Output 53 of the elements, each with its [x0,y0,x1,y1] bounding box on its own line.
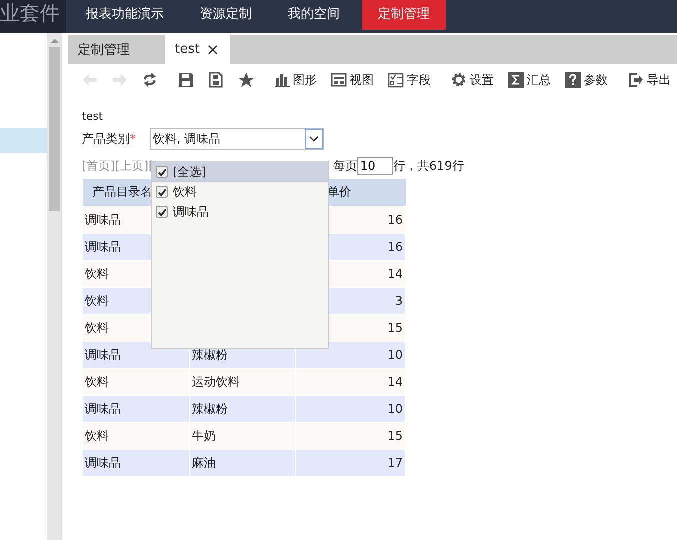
toolbar-button[interactable]: 视图 [325,72,380,88]
filter-label: 产品类别* [82,130,137,148]
toolbar-button[interactable]: 参数 [559,72,614,88]
checkbox[interactable] [156,186,168,198]
star-icon [238,72,255,88]
sigma-icon [508,72,524,88]
per-page-label: 每页 [333,158,358,174]
toolbar-button[interactable]: 设置 [445,72,500,88]
nav-tab[interactable]: 定制管理 [362,0,446,30]
checkbox[interactable] [156,166,168,178]
left-arrow-icon [82,73,98,87]
layout-icon [331,73,347,87]
refresh-icon [142,72,158,88]
report-title: test [82,110,104,122]
table-cell: 运动饮料 [190,368,296,396]
nav-tab[interactable]: 资源定制 [182,0,270,30]
table-cell: 调味品 [82,396,190,422]
table-cell: 饮料 [82,422,190,450]
toolbar-button[interactable]: 汇总 [502,72,557,88]
scroll-thumb[interactable] [49,47,60,211]
category-dropdown[interactable]: 饮料, 调味品 [150,128,324,150]
help-icon [565,72,581,88]
settings-icon [451,72,467,88]
table-cell: 14 [296,368,406,396]
table-cell: 17 [296,450,406,476]
close-icon[interactable] [208,44,218,54]
brand-title: 业套件 [0,0,66,33]
table-cell: 10 [296,396,406,422]
total-rows-label: 行，共619行 [393,158,464,174]
nav-tab[interactable]: 我的空间 [270,0,358,30]
right-arrow-icon [112,73,128,87]
table-cell: 调味品 [82,450,190,476]
scrollbar[interactable] [47,33,62,540]
nav-tab[interactable]: 报表功能演示 [68,0,182,30]
tab[interactable]: 定制管理 [68,35,165,64]
toolbar-button[interactable]: 图形 [269,72,323,88]
checklist-icon [388,72,404,88]
save-icon [178,72,194,88]
per-page-field[interactable]: 10 [357,157,394,175]
table-cell: 15 [296,422,406,450]
table-cell: 辣椒粉 [190,396,296,422]
bar-chart-icon [275,73,290,87]
tab[interactable]: test [165,35,230,64]
document-icon [208,72,224,88]
caret-icon [305,129,323,149]
export-icon [628,72,644,88]
checkbox[interactable] [156,206,168,218]
dropdown-option[interactable]: [全选] [152,162,328,182]
toolbar-button[interactable]: 导出 [622,72,677,88]
toolbar-button[interactable]: 字段 [382,72,437,88]
table-cell: 饮料 [82,368,190,396]
table-cell: 麻油 [190,450,296,476]
table-cell: 牛奶 [190,422,296,450]
